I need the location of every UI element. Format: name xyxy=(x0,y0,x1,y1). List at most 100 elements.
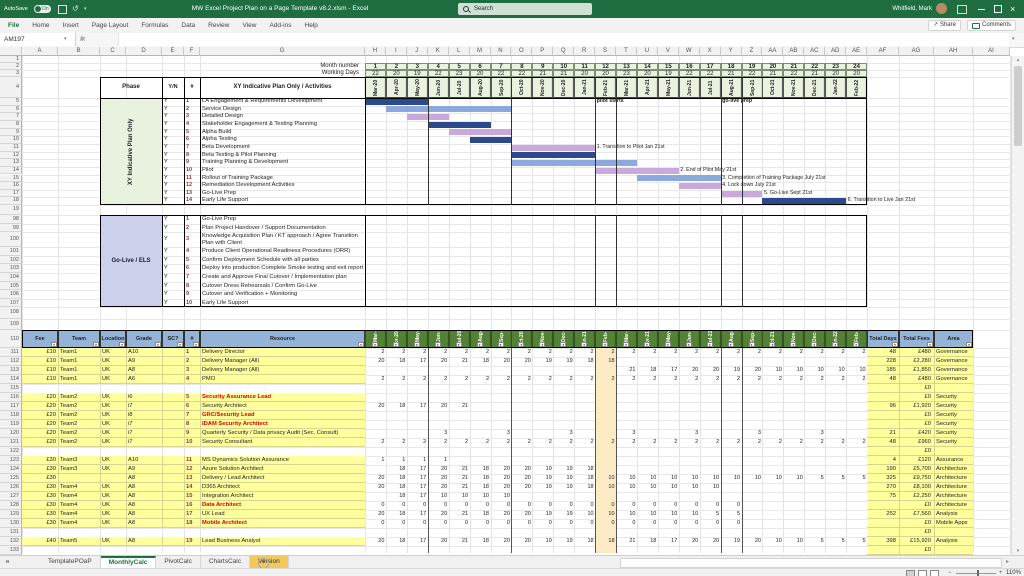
resource-month-cell[interactable]: 19 xyxy=(553,357,572,366)
resource-month-cell[interactable]: 2 xyxy=(470,348,489,357)
resource-month-cell[interactable]: 0 xyxy=(532,519,551,528)
resource-month-cell[interactable]: 10 xyxy=(804,366,823,375)
month-label-cell[interactable]: Feb-22 xyxy=(846,77,867,98)
row-header-103[interactable]: 103 xyxy=(0,264,22,273)
resource-month-cell[interactable]: 0 xyxy=(365,519,384,528)
working-days-cell[interactable]: 22 xyxy=(511,70,532,77)
resource-name-cell[interactable]: Azure Solution Architect xyxy=(202,465,363,474)
row-header-104[interactable]: 104 xyxy=(0,273,22,282)
resource-month-cell[interactable]: 18 xyxy=(386,492,405,501)
cell-yn[interactable]: Y xyxy=(164,282,182,291)
area-cell[interactable]: Architecture xyxy=(936,483,972,492)
grade-cell[interactable]: A8 xyxy=(128,483,160,492)
resource-month-cell[interactable]: 2 xyxy=(407,348,426,357)
resource-month-cell[interactable]: 18 xyxy=(386,510,405,519)
area-cell[interactable]: Security xyxy=(936,429,972,438)
resource-month-cell[interactable]: 17 xyxy=(407,537,426,546)
resource-month-cell[interactable]: 5 xyxy=(804,474,823,483)
resource-name-cell[interactable]: Mobile Architect xyxy=(202,519,363,528)
row-header-125[interactable]: 125 xyxy=(0,474,22,483)
resource-month-cell[interactable]: 2 xyxy=(783,348,802,357)
column-header-U[interactable]: U xyxy=(637,47,658,56)
resource-month-cell[interactable]: 2 xyxy=(721,375,740,384)
total-fees-cell[interactable]: £0 xyxy=(899,501,931,510)
resource-month-cell[interactable]: 0 xyxy=(721,519,740,528)
filter-icon[interactable]: ▾ xyxy=(853,342,859,347)
grade-cell[interactable]: A9 xyxy=(128,357,160,366)
resource-month-cell[interactable]: 2 xyxy=(637,375,656,384)
resource-name-cell[interactable]: PMO xyxy=(202,375,363,384)
column-header-AD[interactable]: AD xyxy=(825,47,846,56)
resource-month-cell[interactable]: 0 xyxy=(553,501,572,510)
select-all-corner[interactable] xyxy=(0,47,22,56)
activity-label[interactable]: Beta Testing & Pilot Planning xyxy=(202,152,363,160)
cell-yn[interactable]: Y xyxy=(164,121,182,129)
row-header-129[interactable]: 129 xyxy=(0,510,22,519)
resource-month-cell[interactable]: 2 xyxy=(386,438,405,447)
grade-cell[interactable]: A8 xyxy=(128,519,160,528)
resource-month-cell[interactable]: 10 xyxy=(846,366,865,375)
activity-label[interactable]: Produce Client Operational Readiness Pro… xyxy=(202,247,363,256)
working-days-cell[interactable]: 21 xyxy=(721,70,742,77)
area-cell[interactable]: Architecture xyxy=(936,492,972,501)
total-days-cell[interactable]: 398 xyxy=(867,537,896,546)
location-cell[interactable]: UK xyxy=(102,537,124,546)
row-header-19[interactable]: 19 xyxy=(0,205,22,215)
resource-name-cell[interactable]: Quarterly Security / Data privacy Audit … xyxy=(202,429,363,438)
row-header-111[interactable]: 111 xyxy=(0,348,22,357)
vertical-scroll-thumb[interactable] xyxy=(1014,66,1022,146)
total-days-cell[interactable]: 48 xyxy=(867,348,896,357)
area-cell[interactable]: Security xyxy=(936,438,972,447)
filter-icon[interactable]: ▾ xyxy=(623,342,629,347)
activity-label[interactable]: Cutover and Verification + Monitoring xyxy=(202,290,363,299)
resource-month-cell[interactable]: 2 xyxy=(658,438,677,447)
activity-label[interactable]: Knowledge Acquisition Plan / KT approach… xyxy=(202,232,363,247)
resource-month-cell[interactable]: 20 xyxy=(428,483,447,492)
resource-month-cell[interactable]: 18 xyxy=(470,483,489,492)
working-days-cell[interactable]: 20 xyxy=(470,70,491,77)
resource-month-cell[interactable]: 10 xyxy=(700,483,719,492)
location-cell[interactable]: UK xyxy=(102,393,124,402)
resource-month-cell[interactable]: 10 xyxy=(616,510,635,519)
resource-month-cell[interactable]: 20 xyxy=(365,483,384,492)
activity-label[interactable]: Remediation Development Activities xyxy=(202,182,363,190)
activity-label[interactable]: Early Life Support xyxy=(202,197,363,205)
resource-month-cell[interactable]: 0 xyxy=(428,519,447,528)
row-header-110[interactable]: 110 xyxy=(0,330,22,348)
resource-month-cell[interactable]: 2 xyxy=(511,438,530,447)
resource-month-cell[interactable]: 10 xyxy=(658,474,677,483)
team-cell[interactable]: Team2 xyxy=(60,402,98,411)
resource-month-cell[interactable]: 5 xyxy=(804,537,823,546)
resource-month-cell[interactable]: 18 xyxy=(386,357,405,366)
resource-month-cell[interactable]: 17 xyxy=(407,465,426,474)
resource-name-cell[interactable]: UX Lead xyxy=(202,510,363,519)
fee-cell[interactable]: £20 xyxy=(22,429,56,438)
cell-num[interactable]: 8 xyxy=(186,282,199,291)
grade-cell[interactable]: i8 xyxy=(128,411,160,420)
total-days-cell[interactable]: 252 xyxy=(867,510,896,519)
resource-month-cell[interactable]: 19 xyxy=(553,510,572,519)
column-header-L[interactable]: L xyxy=(449,47,470,56)
resource-month-cell[interactable]: 2 xyxy=(700,348,719,357)
activity-label[interactable]: Plan Project Handover / Support Document… xyxy=(202,224,363,233)
total-fees-cell[interactable]: £0 xyxy=(899,420,931,429)
resource-month-cell[interactable]: 20 xyxy=(511,483,530,492)
scroll-up-icon[interactable]: ▴ xyxy=(1012,57,1024,63)
cell-yn[interactable]: Y xyxy=(164,190,182,198)
resource-month-cell[interactable]: 20 xyxy=(428,510,447,519)
filter-icon[interactable]: ▾ xyxy=(498,342,504,347)
resource-month-cell[interactable]: 2 xyxy=(449,375,468,384)
row-header-121[interactable]: 121 xyxy=(0,438,22,447)
month-number-cell[interactable]: 2 xyxy=(386,63,407,70)
resource-month-cell[interactable]: 10 xyxy=(783,537,802,546)
grade-cell[interactable]: A8 xyxy=(128,510,160,519)
total-days-cell[interactable]: 21 xyxy=(867,429,896,438)
cell-num[interactable]: 9 xyxy=(186,290,199,299)
resource-month-cell[interactable]: 1 xyxy=(365,456,384,465)
resource-month-cell[interactable]: 0 xyxy=(449,501,468,510)
resource-month-cell[interactable]: 2 xyxy=(386,348,405,357)
total-fees-cell[interactable]: £2,250 xyxy=(899,492,931,501)
cell-yn[interactable]: Y xyxy=(164,106,182,114)
month-label-cell[interactable]: Mar-20 xyxy=(365,77,386,98)
column-header-W[interactable]: W xyxy=(679,47,700,56)
